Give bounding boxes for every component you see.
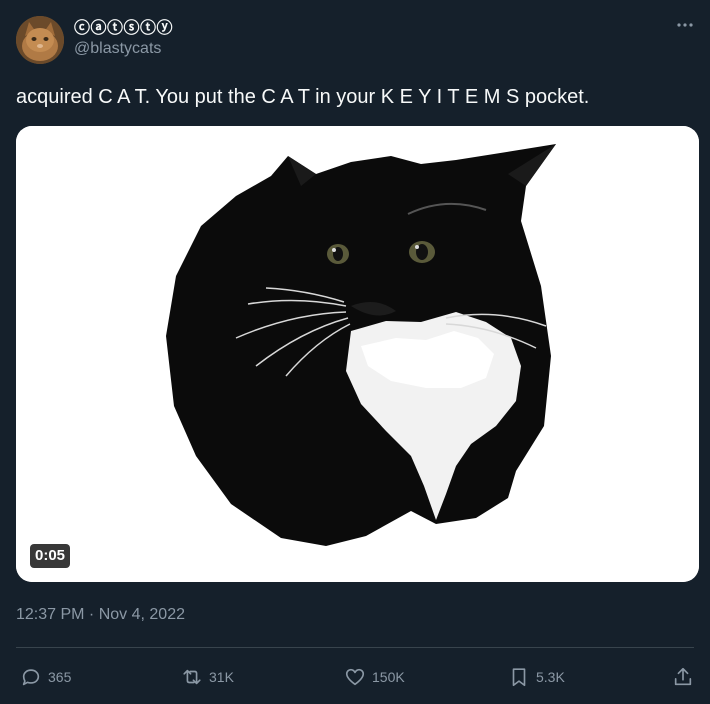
- avatar[interactable]: [16, 16, 64, 64]
- author-handle[interactable]: @blastycats: [74, 40, 161, 58]
- like-count: 150K: [372, 669, 405, 685]
- bookmark-icon: [512, 668, 526, 687]
- share-icon: [674, 667, 692, 686]
- share-button[interactable]: [672, 660, 694, 694]
- cat-video-frame: [16, 126, 699, 582]
- bookmark-count: 5.3K: [536, 669, 565, 685]
- divider: [16, 647, 694, 648]
- tweet-actions-bar: 365 31K 150K 5.3K: [0, 660, 710, 694]
- reply-button[interactable]: 365: [20, 660, 71, 694]
- reply-icon: [22, 669, 40, 686]
- retweet-count: 31K: [209, 669, 234, 685]
- reply-count: 365: [48, 669, 72, 685]
- display-name[interactable]: ⓒⓐⓣⓢⓣⓨ: [74, 14, 173, 38]
- heart-icon: [345, 668, 365, 686]
- more-options-icon[interactable]: [674, 14, 696, 36]
- retweet-button[interactable]: 31K: [181, 660, 234, 694]
- tweet-timestamp[interactable]: 12:37 PM · Nov 4, 2022: [16, 606, 185, 624]
- author-name-row[interactable]: ⓒⓐⓣⓢⓣⓨ: [74, 14, 173, 38]
- like-button[interactable]: 150K: [344, 660, 405, 694]
- retweet-icon: [183, 669, 201, 685]
- bookmark-button[interactable]: 5.3K: [508, 660, 565, 694]
- video-duration-badge: 0:05: [30, 544, 71, 568]
- video-player[interactable]: 0:05: [16, 126, 699, 582]
- tweet-text: acquired C A T. You put the C A T in you…: [16, 86, 590, 108]
